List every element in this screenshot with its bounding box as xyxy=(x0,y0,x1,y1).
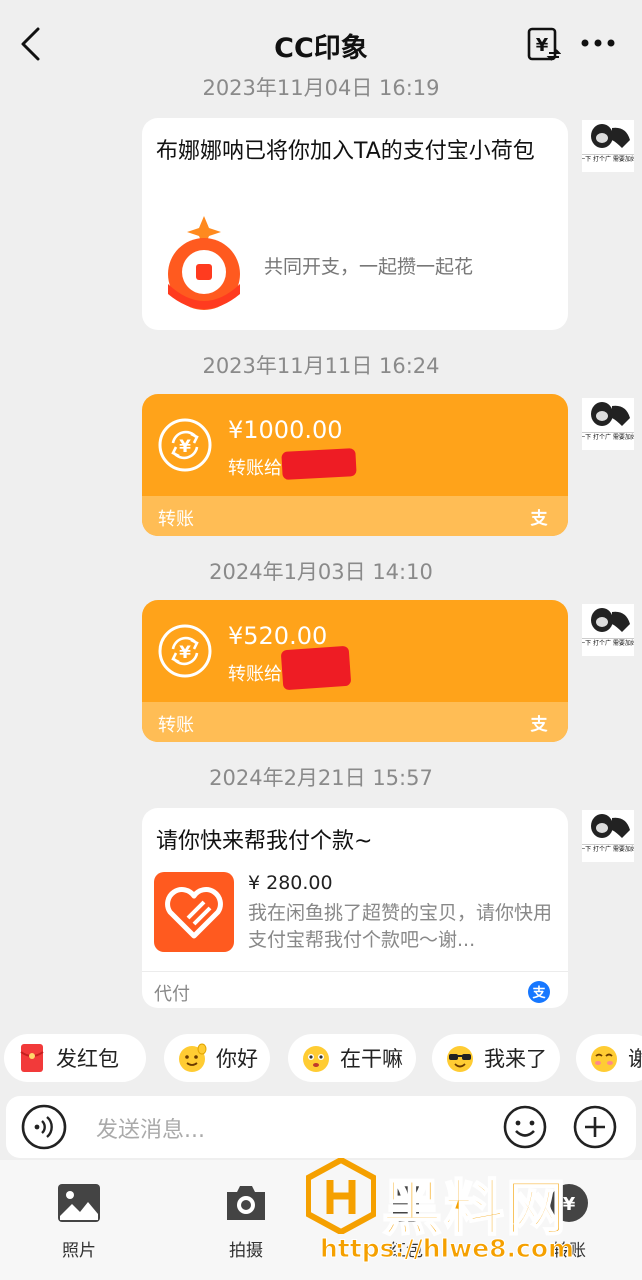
timestamp: 2023年11月04日 16:19 xyxy=(202,76,440,100)
timestamp: 2024年1月03日 14:10 xyxy=(209,560,433,584)
avatar[interactable]: 一下 打个广 需要加好 xyxy=(582,604,634,656)
svg-text:¥: ¥ xyxy=(179,643,191,663)
watermark-logo-icon xyxy=(306,1158,376,1234)
svg-text:支: 支 xyxy=(531,985,546,1001)
waving-emoji-icon xyxy=(179,1043,207,1072)
transfer-recipient: 转账给 xyxy=(228,664,282,685)
quick-reply-label: 在干嘛 xyxy=(340,1047,403,1071)
quick-reply-label: 发红包 xyxy=(56,1047,119,1071)
emoji-icon[interactable] xyxy=(502,1104,548,1150)
redaction-mark xyxy=(281,448,357,480)
plus-icon[interactable] xyxy=(572,1104,618,1150)
photo-icon xyxy=(58,1184,100,1222)
avatar-caption: 一下 打个广 需要加好 xyxy=(582,845,634,853)
alipay-icon: 支 xyxy=(531,508,549,528)
avatar[interactable]: 一下 打个广 需要加好 xyxy=(582,120,634,172)
xiaohebao-invite-card[interactable]: 布娜娜呐已将你加入TA的支付宝小荷包 共同开支，一起攒一起花 xyxy=(142,118,568,330)
pay-description: 我在闲鱼挑了超赞的宝贝，请你快用支付宝帮我付个款吧～谢... xyxy=(248,902,553,951)
quick-reply-hello[interactable]: 你好 xyxy=(164,1034,270,1082)
quick-reply-label: 我来了 xyxy=(484,1047,547,1071)
pay-request-title: 请你快来帮我付个款~ xyxy=(156,829,373,854)
avatar-caption: 一下 打个广 需要加好 xyxy=(582,433,634,441)
transfer-card[interactable]: ¥ ¥520.00 转账给 转账 支 xyxy=(142,600,568,742)
bill-icon[interactable]: ¥ xyxy=(527,27,561,61)
svg-text:支: 支 xyxy=(531,508,549,528)
avatar[interactable]: 一下 打个广 需要加好 xyxy=(582,810,634,862)
quick-reply-coming[interactable]: 我来了 xyxy=(432,1034,560,1082)
svg-text:¥: ¥ xyxy=(179,437,191,457)
quick-reply-red-packet[interactable]: 发红包 xyxy=(4,1034,146,1082)
camera-icon xyxy=(227,1186,265,1220)
xiaohebao-desc: 共同开支，一起攒一起花 xyxy=(264,256,474,278)
thankful-emoji-icon xyxy=(591,1046,617,1072)
red-packet-icon xyxy=(20,1044,44,1072)
timestamp: 2024年2月21日 15:57 xyxy=(209,766,433,790)
curious-emoji-icon xyxy=(303,1046,329,1072)
transfer-card[interactable]: ¥ ¥1000.00 转账给 转账 支 xyxy=(142,394,568,536)
avatar-caption: 一下 打个广 需要加好 xyxy=(582,639,634,647)
avatar-caption: 一下 打个广 需要加好 xyxy=(582,155,634,163)
pay-amount: ¥ 280.00 xyxy=(248,872,333,894)
svg-text:支: 支 xyxy=(531,714,549,734)
voice-icon[interactable] xyxy=(18,1104,70,1150)
tool-camera[interactable]: 拍摄 xyxy=(206,1182,286,1261)
divider xyxy=(142,971,568,972)
message-placeholder: 发送消息... xyxy=(96,1118,205,1143)
quick-reply-label: 谢 xyxy=(628,1047,642,1071)
redaction-mark xyxy=(280,645,352,691)
xianyu-heart-icon xyxy=(154,872,234,952)
tool-photo[interactable]: 照片 xyxy=(39,1182,119,1261)
transfer-recipient: 转账给 xyxy=(228,458,282,479)
tool-label: 拍摄 xyxy=(229,1241,263,1261)
transfer-label: 转账 xyxy=(158,715,194,736)
pay-footer-label: 代付 xyxy=(154,984,190,1005)
alipay-icon: 支 xyxy=(531,714,549,734)
quick-reply-thanks[interactable]: 谢 xyxy=(576,1034,642,1082)
transfer-amount: ¥520.00 xyxy=(228,622,328,650)
xiaohebao-title: 布娜娜呐已将你加入TA的支付宝小荷包 xyxy=(156,139,535,164)
pay-request-card[interactable]: 请你快来帮我付个款~ ¥ 280.00 我在闲鱼挑了超赞的宝贝，请你快用支付宝帮… xyxy=(142,808,568,1008)
transfer-icon: ¥ xyxy=(158,624,212,678)
watermark-url: https://hlwe8.com xyxy=(319,1234,575,1264)
quick-reply-whatsup[interactable]: 在干嘛 xyxy=(288,1034,416,1082)
transfer-label: 转账 xyxy=(158,509,194,530)
svg-text:¥: ¥ xyxy=(536,35,549,56)
alipay-icon: 支 xyxy=(528,981,550,1003)
xiaohebao-logo-icon xyxy=(168,216,240,310)
quick-reply-label: 你好 xyxy=(216,1047,258,1071)
sunglasses-emoji-icon xyxy=(447,1046,473,1072)
tool-label: 照片 xyxy=(62,1241,96,1261)
timestamp: 2023年11月11日 16:24 xyxy=(202,354,440,378)
more-icon[interactable] xyxy=(580,36,616,50)
transfer-icon: ¥ xyxy=(158,418,212,472)
avatar[interactable]: 一下 打个广 需要加好 xyxy=(582,398,634,450)
transfer-amount: ¥1000.00 xyxy=(228,416,343,444)
